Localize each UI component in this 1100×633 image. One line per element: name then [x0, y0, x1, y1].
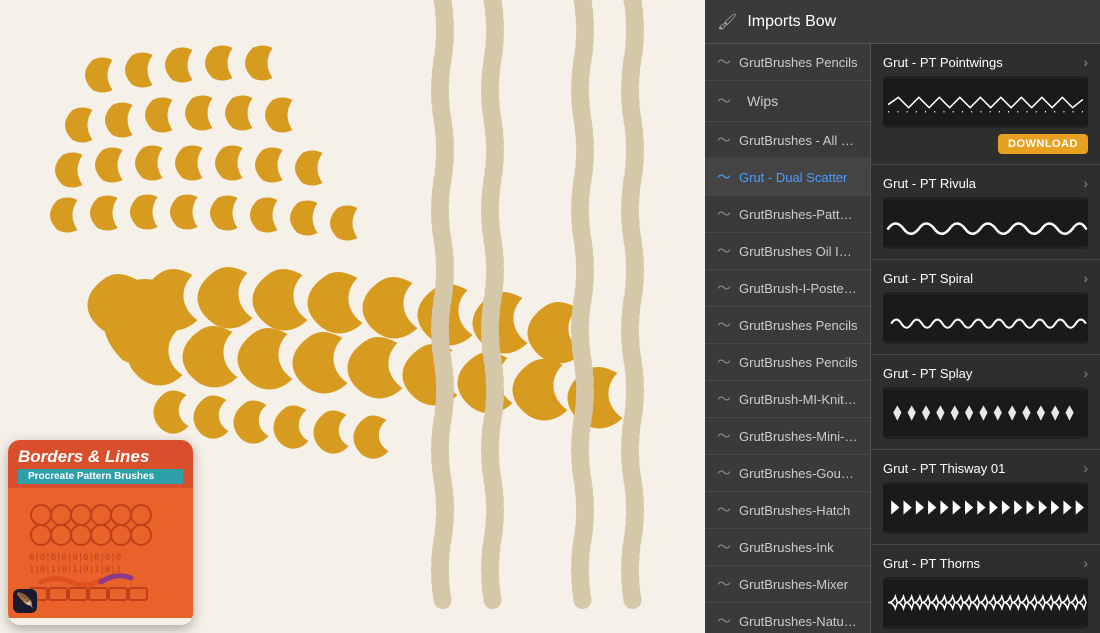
brush-icon-8: 〜 [717, 315, 739, 335]
right-panel: 🖌 Imports Bow 〜 GrutBrushes Pencils 〜 Wi… [705, 0, 1100, 633]
chevron-right-icon-5: › [1083, 460, 1088, 476]
chevron-right-icon-6: › [1083, 555, 1088, 571]
preview-title-2: Grut - PT Rivula [883, 176, 976, 191]
brush-icon-16: 〜 [717, 611, 739, 631]
brush-row-name-6: GrutBrushes Oil Impa... [739, 244, 858, 259]
panel-header-title: Imports Bow [747, 13, 836, 31]
preview-header-4: Grut - PT Splay › [883, 365, 1088, 381]
brush-row-name-10: GrutBrush-MI-Knit-S... [739, 392, 858, 407]
brush-row-13[interactable]: 〜 GrutBrushes-Hatch [705, 492, 870, 529]
preview-img-5 [883, 482, 1088, 534]
preview-img-2 [883, 197, 1088, 249]
brush-row-10[interactable]: 〜 GrutBrush-MI-Knit-S... [705, 381, 870, 418]
preview-header-5: Grut - PT Thisway 01 › [883, 460, 1088, 476]
chevron-right-icon-4: › [1083, 365, 1088, 381]
chevron-right-icon-3: › [1083, 270, 1088, 286]
brush-row-4[interactable]: 〜 Grut - Dual Scatter [705, 159, 870, 196]
brush-row-name-15: GrutBrushes-Mixer [739, 577, 858, 592]
brush-row-3[interactable]: 〜 GrutBrushes - All Pro... [705, 122, 870, 159]
brush-row-name-1: GrutBrushes Pencils [739, 55, 858, 70]
preview-header-2: Grut - PT Rivula › [883, 175, 1088, 191]
left-list: 〜 GrutBrushes Pencils 〜 Wips 〜 GrutBrush… [705, 44, 870, 633]
brush-icon-1: 〜 [717, 52, 739, 72]
svg-text:1|0|1|0|1|0|1|0|1: 1|0|1|0|1|0|1|0|1 [29, 565, 121, 575]
brush-row-15[interactable]: 〜 GrutBrushes-Mixer [705, 566, 870, 603]
brush-row-9[interactable]: 〜 GrutBrushes Pencils [705, 344, 870, 381]
brush-row-name-16: GrutBrushes-Natural... [739, 614, 858, 629]
preview-item-6[interactable]: Grut - PT Thorns › [871, 545, 1100, 633]
badge-title: Borders & Lines [18, 448, 183, 467]
brush-icon-13: 〜 [717, 500, 739, 520]
brush-row-16[interactable]: 〜 GrutBrushes-Natural... [705, 603, 870, 633]
brush-row-6[interactable]: 〜 GrutBrushes Oil Impa... [705, 233, 870, 270]
preview-img-4 [883, 387, 1088, 439]
svg-text:0|0|0|0|0|0|0|0|0: 0|0|0|0|0|0|0|0|0 [29, 553, 121, 563]
procreate-icon: 🪶 [13, 589, 37, 613]
brush-icon-12: 〜 [717, 463, 739, 483]
brush-icon-10: 〜 [717, 389, 739, 409]
preview-item-5[interactable]: Grut - PT Thisway 01 › [871, 450, 1100, 545]
preview-title-3: Grut - PT Spiral [883, 271, 973, 286]
brush-row-name-11: GrutBrushes-Mini-Le... [739, 429, 858, 444]
preview-header-3: Grut - PT Spiral › [883, 270, 1088, 286]
preview-item-1[interactable]: Grut - PT Pointwings › DOWNLOAD [871, 44, 1100, 165]
brush-row-name-9: GrutBrushes Pencils [739, 355, 858, 370]
badge-image: 0|0|0|0|0|0|0|0|0 1|0|1|0|1|0|1|0|1 🪶 [8, 488, 193, 618]
preview-img-1 [883, 76, 1088, 128]
right-combined: 〜 GrutBrushes Pencils 〜 Wips 〜 GrutBrush… [705, 44, 1100, 633]
preview-img-6 [883, 577, 1088, 629]
brush-row-name-4: Grut - Dual Scatter [739, 170, 858, 185]
brush-row-7[interactable]: 〜 GrutBrush-I-Poster-... [705, 270, 870, 307]
brush-row-name-14: GrutBrushes-Ink [739, 540, 858, 555]
preview-item-4[interactable]: Grut - PT Splay › [871, 355, 1100, 450]
wips-section[interactable]: 〜 Wips [705, 81, 870, 122]
brush-icon-3: 〜 [717, 130, 739, 150]
brush-row-name-3: GrutBrushes - All Pro... [739, 133, 858, 148]
brush-row-name-13: GrutBrushes-Hatch [739, 503, 858, 518]
brush-icon-7: 〜 [717, 278, 739, 298]
brush-icon-6: 〜 [717, 241, 739, 261]
badge-card[interactable]: Borders & Lines Procreate Pattern Brushe… [8, 440, 193, 625]
preview-item-3[interactable]: Grut - PT Spiral › [871, 260, 1100, 355]
preview-title-6: Grut - PT Thorns [883, 556, 980, 571]
chevron-right-icon-2: › [1083, 175, 1088, 191]
preview-title-1: Grut - PT Pointwings [883, 55, 1003, 70]
download-area-1: DOWNLOAD [883, 134, 1088, 154]
brush-icon-9: 〜 [717, 352, 739, 372]
canvas-area: Borders & Lines Procreate Pattern Brushe… [0, 0, 705, 633]
wips-label: Wips [747, 93, 778, 109]
panel-header: 🖌 Imports Bow [705, 0, 1100, 44]
brush-row-11[interactable]: 〜 GrutBrushes-Mini-Le... [705, 418, 870, 455]
brush-icon-wips: 〜 [717, 91, 739, 111]
badge-top: Borders & Lines Procreate Pattern Brushe… [8, 440, 193, 488]
brush-row-name-7: GrutBrush-I-Poster-... [739, 281, 858, 296]
brush-row-name-8: GrutBrushes Pencils [739, 318, 858, 333]
brush-row-name-12: GrutBrushes-Gouache [739, 466, 858, 481]
brush-icon-15: 〜 [717, 574, 739, 594]
preview-title-5: Grut - PT Thisway 01 [883, 461, 1005, 476]
brush-icon-5: 〜 [717, 204, 739, 224]
chevron-right-icon-1: › [1083, 54, 1088, 70]
preview-img-3 [883, 292, 1088, 344]
brush-row-name-5: GrutBrushes-Pattern... [739, 207, 858, 222]
brush-row-14[interactable]: 〜 GrutBrushes-Ink [705, 529, 870, 566]
brush-row-12[interactable]: 〜 GrutBrushes-Gouache [705, 455, 870, 492]
preview-item-2[interactable]: Grut - PT Rivula › [871, 165, 1100, 260]
brush-row-1[interactable]: 〜 GrutBrushes Pencils [705, 44, 870, 81]
preview-header-1: Grut - PT Pointwings › [883, 54, 1088, 70]
preview-panel: Grut - PT Pointwings › DOWNLOAD [870, 44, 1100, 633]
brush-row-5[interactable]: 〜 GrutBrushes-Pattern... [705, 196, 870, 233]
brush-icon: 🖌 [717, 12, 737, 32]
brush-icon-14: 〜 [717, 537, 739, 557]
download-button-1[interactable]: DOWNLOAD [998, 134, 1088, 154]
brush-icon-4: 〜 [717, 167, 739, 187]
preview-title-4: Grut - PT Splay [883, 366, 972, 381]
badge-subtitle: Procreate Pattern Brushes [18, 469, 183, 484]
preview-header-6: Grut - PT Thorns › [883, 555, 1088, 571]
brush-row-8[interactable]: 〜 GrutBrushes Pencils [705, 307, 870, 344]
brush-icon-11: 〜 [717, 426, 739, 446]
